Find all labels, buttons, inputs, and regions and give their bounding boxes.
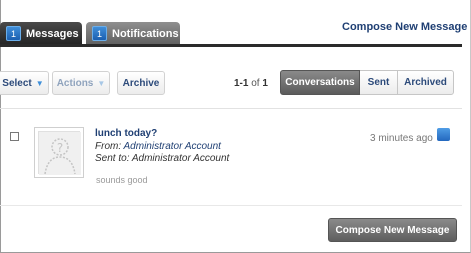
compose-new-message-button[interactable]: Compose New Message <box>328 218 457 242</box>
actions-dropdown[interactable]: Actions ▼ <box>52 71 110 95</box>
messages-count-badge: 1 <box>6 26 21 41</box>
tab-notifications[interactable]: 1 Notifications <box>86 22 180 45</box>
select-label: Select <box>2 77 32 89</box>
tab-conversations[interactable]: Conversations <box>280 70 360 95</box>
pager-range: 1-1 <box>234 78 249 89</box>
message-timestamp: 3 minutes ago <box>370 133 433 144</box>
tab-messages-label: Messages <box>26 27 79 40</box>
message-subject-link[interactable]: lunch today? <box>95 128 157 139</box>
message-checkbox[interactable] <box>10 132 19 141</box>
tab-archived[interactable]: Archived <box>397 70 454 95</box>
svg-text:?: ? <box>57 141 63 155</box>
avatar[interactable]: ? <box>34 127 84 178</box>
from-prefix: From: <box>95 141 124 152</box>
chevron-down-icon: ▼ <box>35 78 44 88</box>
toolbar-divider <box>0 108 462 109</box>
tab-notifications-label: Notifications <box>112 27 179 40</box>
pager-total: 1 <box>262 78 268 89</box>
to-prefix: Sent to: <box>95 153 132 164</box>
notifications-count-badge: 1 <box>92 26 107 41</box>
message-from: From: Administrator Account <box>95 141 221 152</box>
from-user-link[interactable]: Administrator Account <box>124 141 221 152</box>
unread-indicator-icon[interactable] <box>437 128 450 141</box>
pager-of: of <box>251 78 260 89</box>
archive-button[interactable]: Archive <box>117 71 165 95</box>
tab-messages[interactable]: 1 Messages <box>0 22 82 45</box>
select-dropdown[interactable]: Select ▼ <box>0 71 49 95</box>
message-row-divider <box>0 205 462 206</box>
default-avatar-icon: ? <box>38 131 81 175</box>
actions-label: Actions <box>56 77 94 89</box>
pagination-info: 1-1 of 1 <box>234 78 268 89</box>
message-recipient: Sent to: Administrator Account <box>95 153 229 164</box>
compose-new-message-link[interactable]: Compose New Message <box>342 21 467 33</box>
message-preview: sounds good <box>96 175 148 185</box>
tab-sent[interactable]: Sent <box>360 70 398 95</box>
chevron-down-icon: ▼ <box>97 78 106 88</box>
tab-bar-divider <box>0 44 462 47</box>
to-user: Administrator Account <box>131 153 230 164</box>
